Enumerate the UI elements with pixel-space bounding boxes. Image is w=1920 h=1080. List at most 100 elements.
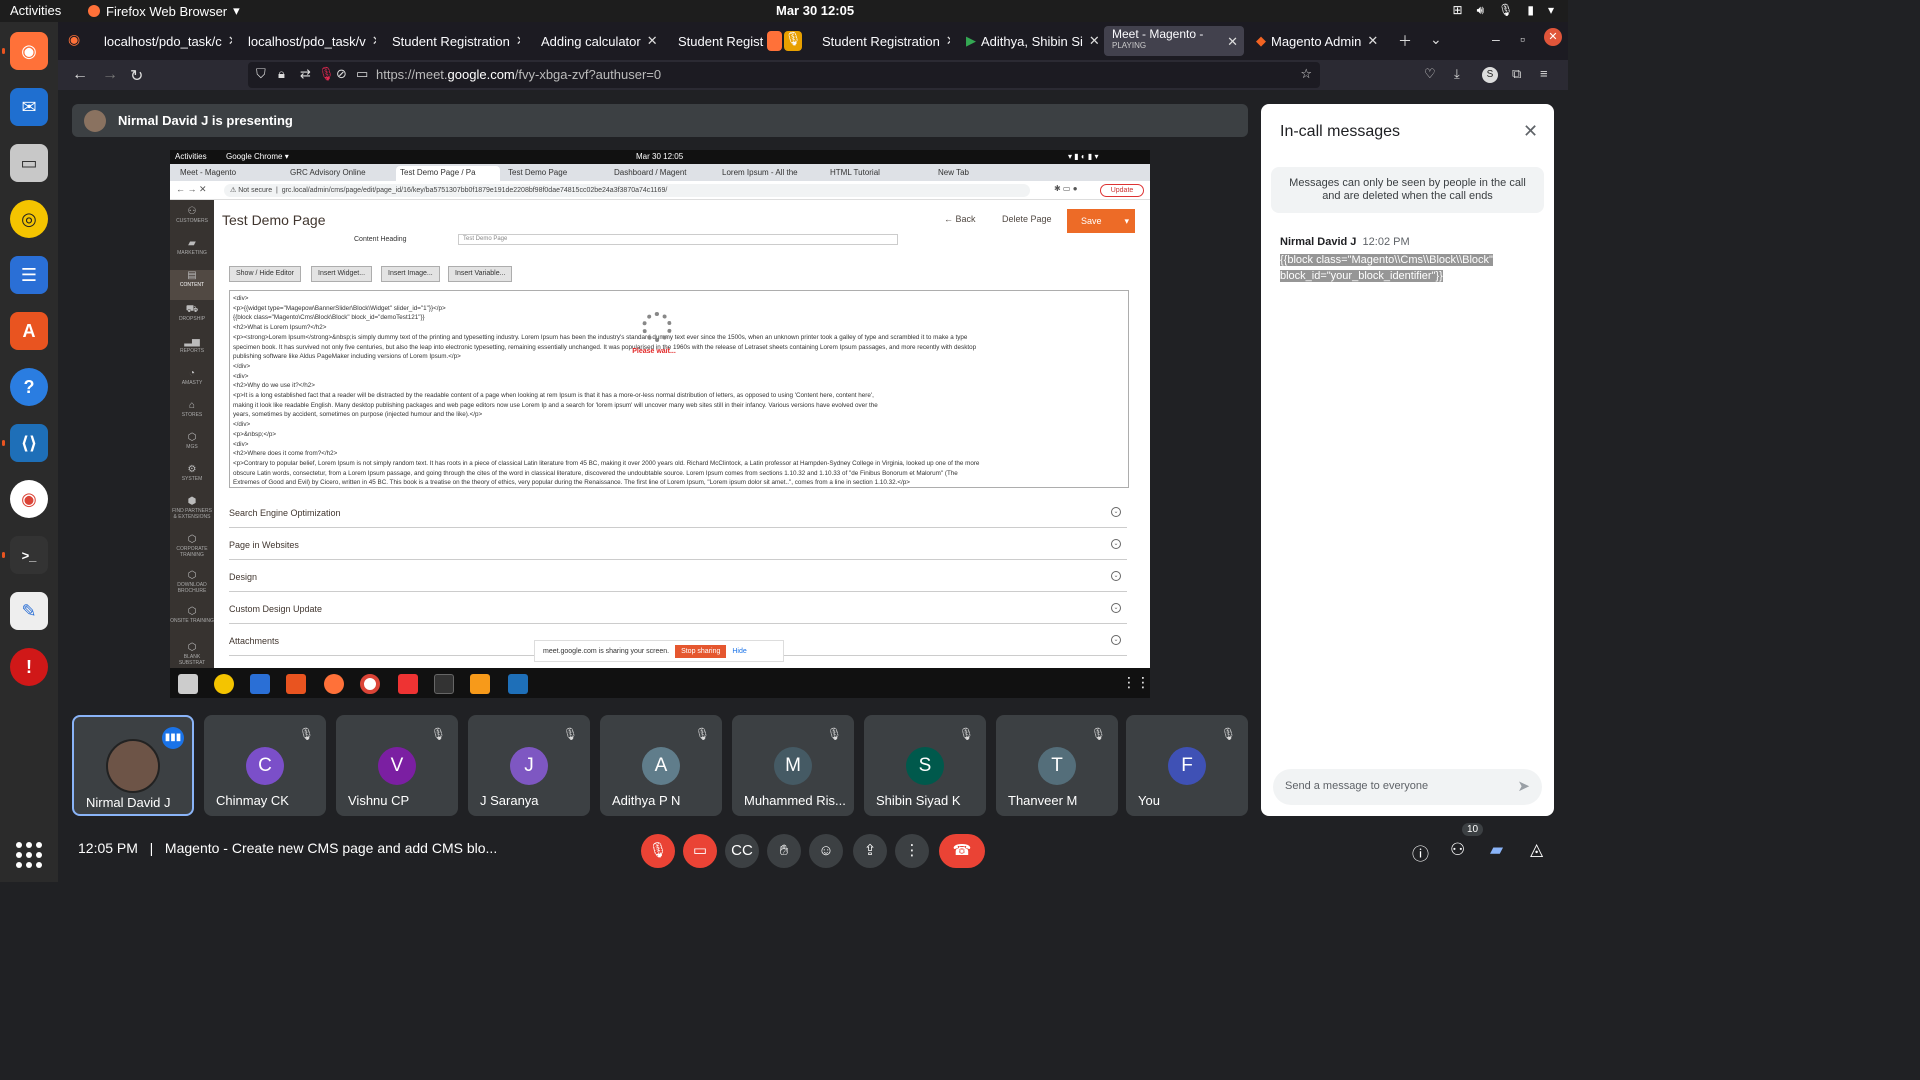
- help-dock-icon[interactable]: ?: [10, 368, 48, 406]
- close-icon[interactable]: ✕: [641, 33, 658, 49]
- people-icon[interactable]: ⚇: [1450, 840, 1465, 860]
- extensions-icon[interactable]: ⧉: [1512, 66, 1521, 82]
- message-body[interactable]: {{block class="Magento\\Cms\\Block\\Bloc…: [1280, 252, 1520, 284]
- microphone-icon[interactable]: 🎙︎: [318, 66, 335, 82]
- camera-off-icon: ▭: [692, 842, 708, 859]
- app-menu[interactable]: Firefox Web Browser ▾: [88, 3, 240, 19]
- close-icon[interactable]: ✕: [1523, 121, 1538, 142]
- close-icon[interactable]: ✕: [940, 33, 950, 49]
- system-clock[interactable]: Mar 30 12:05: [776, 3, 854, 18]
- camera-off-button[interactable]: ▭: [683, 834, 717, 868]
- send-icon[interactable]: ➤: [1517, 777, 1530, 795]
- files-dock-icon[interactable]: ▭: [10, 144, 48, 182]
- tab-adding-calculator[interactable]: Adding calculator ✕: [528, 26, 664, 56]
- back-icon[interactable]: ←: [72, 66, 88, 84]
- present-icon: ⇪: [863, 842, 877, 859]
- vscode-icon: [508, 674, 528, 694]
- menu-icon[interactable]: ≡: [1540, 66, 1548, 81]
- tab-student-registration-1[interactable]: Student Registration✕: [384, 26, 520, 56]
- url-prefix: https://meet.: [376, 67, 448, 82]
- shield-icon[interactable]: ⛉: [256, 66, 266, 82]
- meeting-details-icon[interactable]: ⓘ: [1412, 840, 1429, 865]
- shared-sidebar-item: ⬡ CORPORATE TRAINING: [176, 534, 208, 558]
- mic-off-icon: 🎙︎: [430, 727, 446, 741]
- url-bar[interactable]: ⛉ 🔒︎ ⇄ 🎙︎ ⊘ ▭ https://meet.google.com/fv…: [248, 62, 1320, 88]
- software-dock-icon[interactable]: A: [10, 312, 48, 350]
- window-close-icon[interactable]: ✕: [1544, 28, 1562, 46]
- minimize-icon[interactable]: –: [1492, 31, 1500, 47]
- chrome-dock-icon[interactable]: ◉: [10, 480, 48, 518]
- close-icon[interactable]: ✕: [1361, 33, 1378, 49]
- tab-localhost-1[interactable]: localhost/pdo_task/c✕: [96, 26, 232, 56]
- forward-icon[interactable]: →: [102, 66, 118, 84]
- code-line: <div>: [233, 440, 249, 448]
- tab-meet-magento[interactable]: Meet - Magento - PLAYING ✕: [1104, 26, 1244, 56]
- close-icon[interactable]: ✕: [222, 33, 232, 49]
- maximize-icon[interactable]: ▫: [1520, 31, 1525, 47]
- presenting-text: Nirmal David J is presenting: [118, 113, 293, 128]
- close-icon[interactable]: ✕: [510, 33, 520, 49]
- show-apps-icon[interactable]: [16, 842, 42, 868]
- mic-off-button[interactable]: 🎙︎: [641, 834, 675, 868]
- downloads-icon[interactable]: ⤓: [1454, 66, 1460, 82]
- tab-label: Student Regist: [678, 33, 764, 49]
- participant-tile[interactable]: 🎙︎ V Vishnu CP: [336, 715, 458, 816]
- chat-icon[interactable]: ▰: [1490, 840, 1503, 860]
- close-icon[interactable]: ✕: [1083, 33, 1098, 49]
- participant-tile[interactable]: 🎙︎ F You: [1126, 715, 1248, 816]
- bookmark-star-icon[interactable]: ☆: [1300, 66, 1312, 82]
- activities-icon[interactable]: ◬: [1530, 840, 1543, 860]
- tab-localhost-2[interactable]: localhost/pdo_task/v✕: [240, 26, 376, 56]
- captions-button[interactable]: CC: [725, 834, 759, 868]
- mic-off-icon: 🎙︎: [958, 727, 974, 741]
- participant-tile[interactable]: 🎙︎ J J Saranya: [468, 715, 590, 816]
- more-options-button[interactable]: ⋮: [895, 834, 929, 868]
- participant-tile[interactable]: 🎙︎ M Muhammed Ris...: [732, 715, 854, 816]
- close-icon[interactable]: ✕: [366, 33, 376, 49]
- shared-hide-button: Hide: [732, 647, 747, 655]
- camera-blocked-icon[interactable]: ⊘: [336, 66, 347, 82]
- text-editor-dock-icon[interactable]: ✎: [10, 592, 48, 630]
- chrome-icon: [360, 674, 380, 694]
- leave-call-button[interactable]: ☎: [939, 834, 985, 868]
- participant-tile[interactable]: ▮▮▮ Nirmal David J: [72, 715, 194, 816]
- account-icon[interactable]: S: [1482, 67, 1498, 83]
- firefox-view-icon[interactable]: ◉: [68, 31, 80, 48]
- new-tab-icon[interactable]: ＋: [1398, 31, 1412, 51]
- present-button[interactable]: ⇪: [853, 834, 887, 868]
- writer-dock-icon[interactable]: ☰: [10, 256, 48, 294]
- rhythmbox-dock-icon[interactable]: ◎: [10, 200, 48, 238]
- close-icon[interactable]: ✕: [1221, 34, 1238, 50]
- shared-screen[interactable]: Activities Google Chrome ▾ Mar 30 12:05 …: [170, 150, 1150, 698]
- reactions-button[interactable]: ☺: [809, 834, 843, 868]
- tab-student-registration-2[interactable]: Student Registration✕: [814, 26, 950, 56]
- message-input-placeholder: Send a message to everyone: [1285, 780, 1429, 792]
- shared-code-editor: <div> <p>{{widget type="Magepow\BannerSl…: [229, 290, 1129, 488]
- tab-student-regist[interactable]: Student Regist 🎙︎: [670, 26, 810, 56]
- shared-address-bar: ← → ✕ ⚠ Not secure | grc.local/admin/cms…: [170, 181, 1150, 200]
- lock-icon[interactable]: 🔒︎: [278, 66, 285, 82]
- terminal-dock-icon[interactable]: >_: [2, 536, 48, 574]
- participant-tile[interactable]: 🎙︎ S Shibin Siyad K: [864, 715, 986, 816]
- list-tabs-icon[interactable]: ⌄: [1430, 31, 1442, 48]
- activities-button[interactable]: Activities: [10, 3, 61, 18]
- vscode-dock-icon[interactable]: ⟨⟩: [2, 424, 48, 462]
- tab-adithya-shibin[interactable]: ▶ Adithya, Shibin Si ✕: [958, 26, 1098, 56]
- shared-sidebar-item: ⌂ STORES: [181, 400, 203, 418]
- firefox-dock-icon[interactable]: ◉: [2, 32, 48, 70]
- screen-share-icon[interactable]: ▭: [356, 66, 368, 82]
- rhythmbox-icon: [214, 674, 234, 694]
- reload-icon[interactable]: ↻: [130, 66, 143, 86]
- permissions-icon[interactable]: ⇄: [300, 66, 311, 82]
- participant-tile[interactable]: 🎙︎ C Chinmay CK: [204, 715, 326, 816]
- participant-tile[interactable]: 🎙︎ T Thanveer M: [996, 715, 1118, 816]
- updates-dock-icon[interactable]: !: [10, 648, 48, 686]
- tab-magento-admin[interactable]: ◆ Magento Admin ✕: [1248, 26, 1384, 56]
- raise-hand-button[interactable]: ✋︎: [767, 834, 801, 868]
- participant-tile[interactable]: 🎙︎ A Adithya P N: [600, 715, 722, 816]
- shared-sidebar-item: ⬡ DOWNLOAD BROCHURE: [177, 570, 207, 594]
- thunderbird-dock-icon[interactable]: ✉: [10, 88, 48, 126]
- message-input[interactable]: Send a message to everyone ➤: [1273, 769, 1542, 805]
- system-tray[interactable]: ⊞ 🔊︎ 🎙︎ ▮ ▾: [1453, 3, 1555, 18]
- pocket-icon[interactable]: ♡: [1424, 66, 1436, 82]
